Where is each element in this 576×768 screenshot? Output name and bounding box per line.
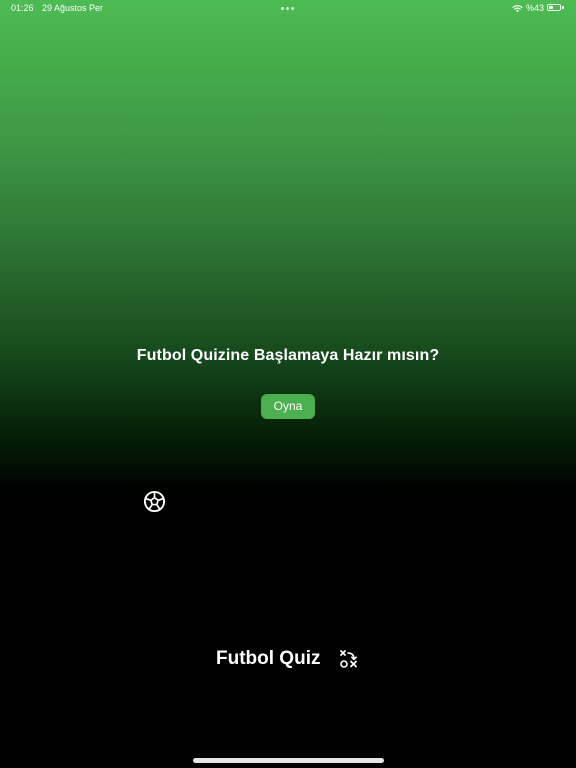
quiz-prompt-heading: Futbol Quizine Başlamaya Hazır mısın?: [136, 347, 440, 364]
status-right-group: %43: [512, 3, 564, 13]
battery-icon: [547, 4, 564, 12]
status-bar: 01:26 29 Ağustos Per %43: [0, 0, 576, 16]
battery-percentage: %43: [525, 3, 544, 13]
status-time: 01:26: [11, 3, 34, 13]
wifi-icon: [512, 4, 523, 12]
tactics-icon: [340, 650, 358, 668]
status-date: 29 Ağustos Per: [42, 3, 104, 13]
soccer-ball-icon: [143, 490, 166, 513]
play-button[interactable]: Oyna: [261, 394, 315, 419]
battery-fill: [549, 6, 553, 9]
app-title: Futbol Quiz: [216, 648, 321, 669]
multitasking-dots-icon[interactable]: [281, 7, 294, 10]
home-indicator[interactable]: [193, 758, 384, 763]
